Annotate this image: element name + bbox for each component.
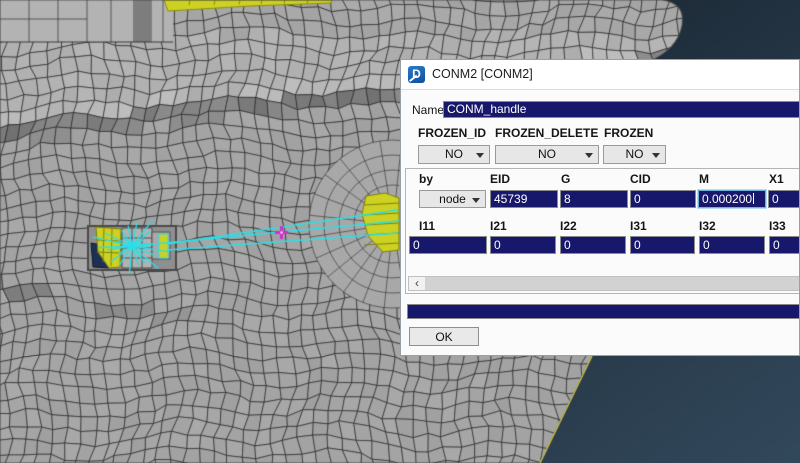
conm2-dialog: D CONM2 [CONM2] Name CONM_handle FROZEN_… (400, 59, 800, 356)
frozen-value: NO (625, 147, 644, 161)
col-header-i22: I22 (560, 219, 577, 233)
col-header-i11: I11 (419, 219, 436, 233)
frozen-id-select[interactable]: NO (418, 145, 490, 164)
i31-input[interactable]: 0 (630, 236, 695, 254)
cid-input[interactable]: 0 (630, 190, 696, 208)
chevron-down-icon (585, 153, 593, 158)
name-label: Name (412, 103, 445, 117)
x1-input[interactable]: 0 (768, 190, 799, 208)
g-input[interactable]: 8 (560, 190, 628, 208)
m-value: 0.000200 (702, 192, 753, 206)
chevron-down-icon (472, 198, 480, 203)
text-caret (753, 193, 755, 204)
col-header-i32: I32 (699, 219, 716, 233)
i22-input[interactable]: 0 (560, 236, 626, 254)
chevron-down-icon (476, 153, 484, 158)
frozen-delete-label: FROZEN_DELETE (495, 126, 599, 140)
frozen-id-value: NO (445, 147, 463, 161)
by-select[interactable]: node (419, 190, 486, 208)
frozen-label: FROZEN (604, 126, 654, 140)
i32-input[interactable]: 0 (699, 236, 765, 254)
m-input[interactable]: 0.000200 (698, 190, 766, 208)
col-header-i33: I33 (769, 219, 786, 233)
frozen-id-label: FROZEN_ID (418, 126, 487, 140)
col-header-g: G (561, 172, 571, 186)
dialog-titlebar[interactable]: D CONM2 [CONM2] (401, 60, 799, 90)
name-input[interactable]: CONM_handle (443, 101, 799, 118)
card-comment-field[interactable] (407, 304, 799, 319)
by-value: node (439, 192, 466, 206)
col-header-by: by (419, 172, 434, 186)
ansa-card-icon: D (408, 66, 425, 83)
frozen-delete-select[interactable]: NO (495, 145, 599, 164)
col-header-i31: I31 (630, 219, 647, 233)
ok-button[interactable]: OK (409, 327, 479, 346)
scroll-left-icon[interactable]: ‹ (409, 277, 425, 290)
conm2-fields-group: by EID G CID M X1 node 45739 8 0 0.00020… (405, 168, 799, 294)
chevron-down-icon (652, 153, 660, 158)
i11-input[interactable]: 0 (409, 236, 487, 254)
col-header-m: M (699, 172, 709, 186)
col-header-eid: EID (490, 172, 511, 186)
col-header-cid: CID (630, 172, 651, 186)
frozen-delete-value: NO (538, 147, 556, 161)
i33-input[interactable]: 0 (769, 236, 799, 254)
frozen-select[interactable]: NO (603, 145, 666, 164)
col-header-i21: I21 (490, 219, 507, 233)
col-header-x1: X1 (769, 172, 784, 186)
dialog-title: CONM2 [CONM2] (432, 67, 533, 81)
eid-input[interactable]: 45739 (490, 190, 558, 208)
i21-input[interactable]: 0 (490, 236, 556, 254)
horizontal-scrollbar[interactable]: ‹ (408, 276, 799, 291)
application-window: D CONM2 [CONM2] Name CONM_handle FROZEN_… (0, 0, 800, 463)
